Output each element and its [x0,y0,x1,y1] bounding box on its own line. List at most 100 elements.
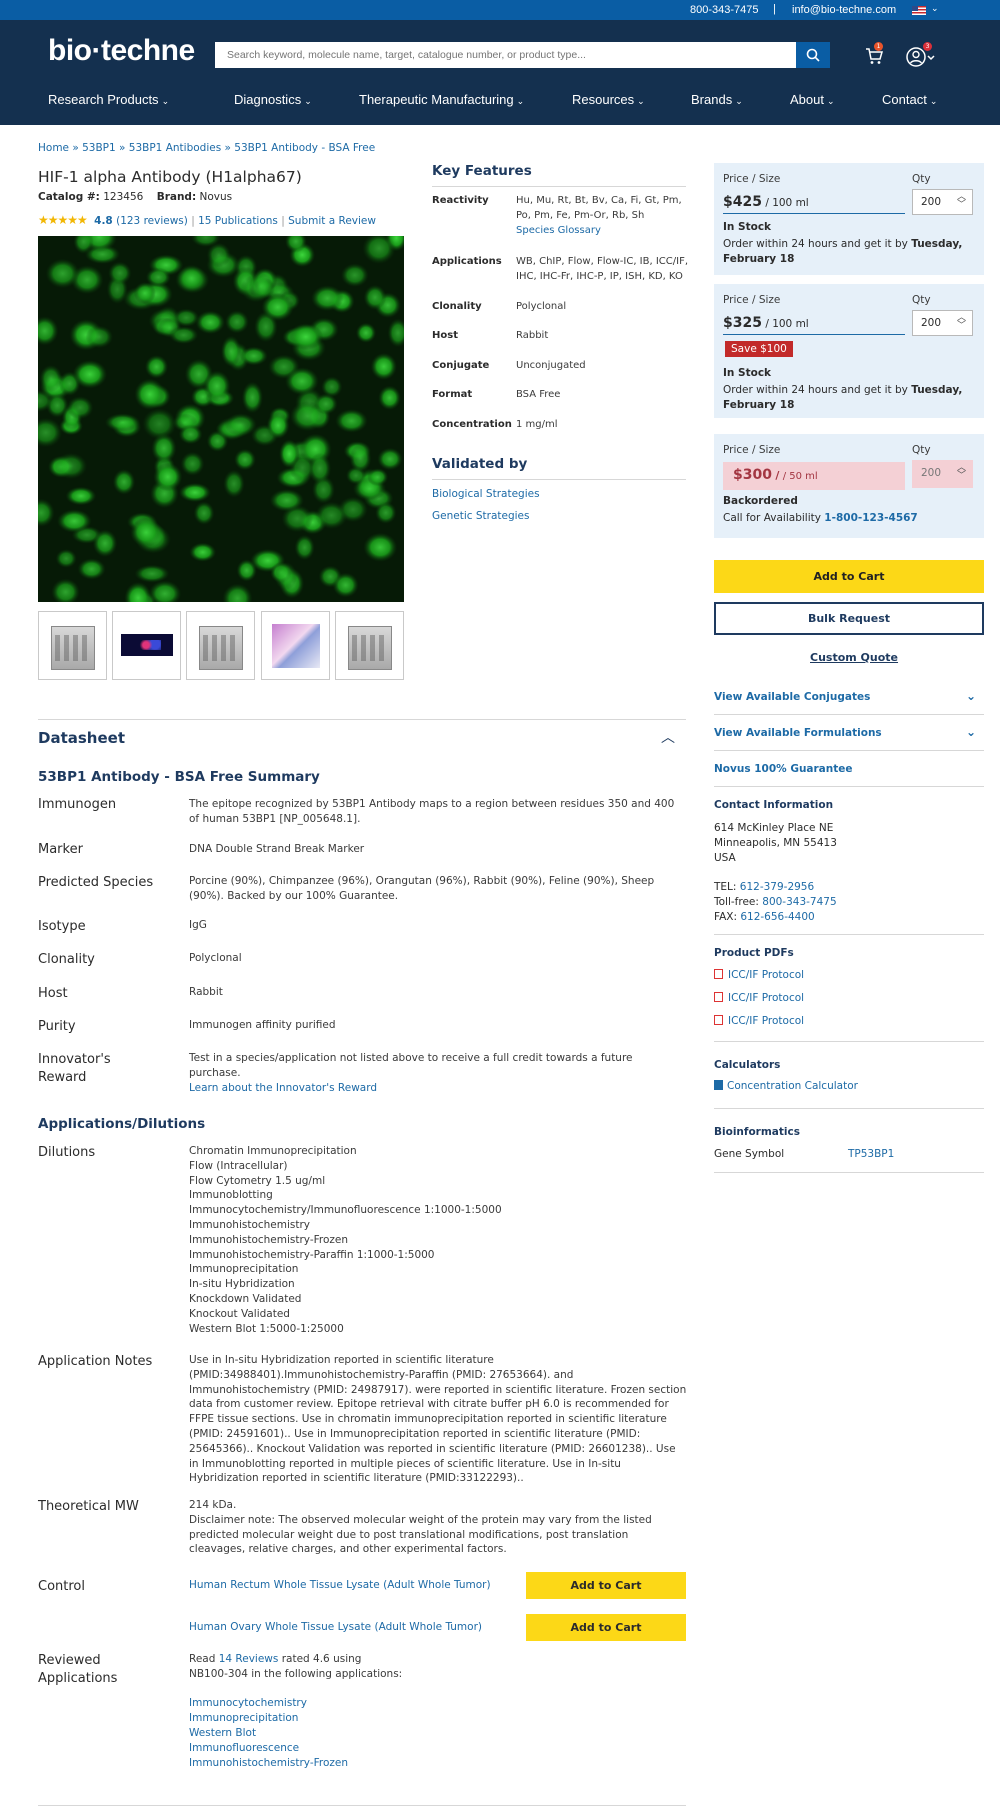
reviewed-app-link[interactable]: Western Blot [189,1727,256,1739]
biological-strategies-link[interactable]: Biological Strategies [432,488,540,500]
utility-separator: | [773,3,776,15]
search-button[interactable] [796,42,830,68]
nav-diagnostics[interactable]: Diagnostics ⌄ [234,92,312,107]
pdf-link[interactable]: ICC/IF Protocol [714,969,804,981]
nav-research-products[interactable]: Research Products ⌄ [48,92,169,107]
publications-link[interactable]: 15 Publications [198,215,278,227]
stepper-arrows-icon[interactable]: ︿ ﹀ [957,464,966,481]
us-flag-icon[interactable] [912,6,926,15]
size-value: / 100 ml [765,318,809,330]
custom-quote-link[interactable]: Custom Quote [810,651,898,664]
thumbnail-immunofluorescence[interactable] [112,611,181,680]
bio-techne-logo[interactable]: bio·techne [48,34,195,68]
cell-nucleus [85,325,114,349]
availability-phone[interactable]: 1-800-123-4567 [824,512,917,524]
add-to-cart-button[interactable]: Add to Cart [714,560,984,593]
datasheet-title[interactable]: Datasheet [38,729,125,747]
reviewed-app-link[interactable]: Immunoprecipitation [189,1712,298,1724]
cell-nucleus [77,558,106,580]
pdf-label: ICC/IF Protocol [728,1015,805,1027]
price-option-2[interactable]: Price / Size Qty $325 / 100 ml 200 ︿ ﹀ Sav… [714,284,984,418]
species-glossary-link[interactable]: Species Glossary [516,225,601,236]
pdf-link[interactable]: ICC/IF Protocol [714,992,804,1004]
breadcrumb[interactable]: Home » 53BP1 » 53BP1 Antibodies » 53BP1 … [38,142,375,154]
bulk-request-button[interactable]: Bulk Request [714,602,984,635]
reviewed-app-link[interactable]: Immunohistochemistry-Frozen [189,1757,348,1769]
cell-nucleus [142,408,177,440]
view-conjugates-toggle[interactable]: View Available Conjugates ⌄ [714,689,984,703]
search-input[interactable] [215,42,796,68]
view-formulations-toggle[interactable]: View Available Formulations ⌄ [714,725,984,739]
price-select[interactable]: $300 / / 50 ml [723,462,905,490]
clonality-value: Polyclonal [189,952,242,964]
availability-note: Call for Availability 1-800-123-4567 [723,511,973,526]
tollfree-link[interactable]: 800-343-7475 [762,896,836,908]
genetic-strategies-link[interactable]: Genetic Strategies [432,510,529,522]
nav-contact[interactable]: Contact ⌄ [882,92,937,107]
cell-nucleus [38,498,55,527]
cell-nucleus [178,482,211,503]
thumbnail-ihc[interactable] [261,611,330,680]
utility-email-link[interactable]: info@bio-techne.com [792,4,896,16]
thumbnail-western-blot[interactable] [38,611,107,680]
catalog-value: 123456 [103,191,144,203]
tel-link[interactable]: 612-379-2956 [740,881,814,893]
cell-nucleus [294,534,315,561]
purity-label: Purity [38,1019,76,1034]
kf-value: WB, ChIP, Flow, Flow-IC, IB, ICC/IF, IHC… [516,256,689,282]
price-option-1[interactable]: Price / Size Qty $425 / 100 ml 200 ︿ ﹀ In … [714,163,984,275]
product-image[interactable] [38,236,404,602]
cell-nucleus [355,322,377,343]
main-nav: Research Products ⌄ Diagnostics ⌄ Therapeu… [0,90,1000,110]
divider [714,934,984,935]
guarantee-link[interactable]: Novus 100% Guarantee [714,763,984,775]
reviewed-app-link[interactable]: Immunofluorescence [189,1742,299,1754]
stepper-arrows-icon[interactable]: ︿ ﹀ [957,314,966,331]
pdf-link[interactable]: ICC/IF Protocol [714,1015,804,1027]
quantity-stepper[interactable]: 200 ︿ ﹀ [912,460,973,488]
reviews-count-link[interactable]: 14 Reviews [219,1653,279,1665]
app-notes-label: Application Notes [38,1354,153,1369]
thumbnail-western-blot[interactable] [186,611,255,680]
thumbnail-western-blot[interactable] [335,611,404,680]
stepper-arrows-icon[interactable]: ︿ ﹀ [957,193,966,210]
reward-label: Innovator's Reward [38,1052,111,1085]
nav-brands[interactable]: Brands ⌄ [691,92,743,107]
reviews-link[interactable]: (123 reviews) [116,215,188,227]
cart-button[interactable]: 1 [864,42,884,69]
chevron-down-icon[interactable]: ⌄ [931,3,939,14]
divider [714,1041,984,1042]
control-link-1[interactable]: Human Rectum Whole Tissue Lysate (Adult … [189,1578,519,1593]
cell-nucleus [288,323,324,351]
cell-nucleus [130,517,163,548]
concentration-calculator-link[interactable]: Concentration Calculator [714,1080,858,1092]
cell-nucleus [367,468,389,487]
calculators-title: Calculators [714,1059,781,1071]
formulations-label: View Available Formulations [714,727,882,739]
gene-symbol-link[interactable]: TP53BP1 [848,1147,894,1162]
utility-phone-link[interactable]: 800-343-7475 [690,4,759,16]
nav-therapeutic-manufacturing[interactable]: Therapeutic Manufacturing ⌄ [359,92,524,107]
fax-link[interactable]: 612-656-4400 [740,911,814,923]
cell-nucleus [362,236,396,265]
innovators-reward-link[interactable]: Learn about the Innovator's Reward [189,1082,377,1094]
submit-review-link[interactable]: Submit a Review [288,215,376,227]
control-add-to-cart-button[interactable]: Add to Cart [526,1572,686,1599]
reviewed-app-link[interactable]: Immunocytochemistry [189,1697,307,1709]
control-link-2[interactable]: Human Ovary Whole Tissue Lysate (Adult W… [189,1620,519,1635]
quantity-stepper[interactable]: 200 ︿ ﹀ [912,189,973,215]
cell-nucleus [274,561,298,591]
quantity-stepper[interactable]: 200 ︿ ﹀ [912,310,973,336]
nav-resources[interactable]: Resources ⌄ [572,92,645,107]
delivery-text: Order within 24 hours and get it by [723,238,912,250]
control-add-to-cart-button[interactable]: Add to Cart [526,1614,686,1641]
chevron-up-icon[interactable]: ︿ [661,727,675,747]
price-select[interactable]: $325 / 100 ml [723,312,905,335]
qty-label: Qty [912,294,931,306]
dilution-item: Flow (Intracellular) [189,1159,288,1172]
price-select[interactable]: $425 / 100 ml [723,191,905,214]
qty-label: Qty [912,444,931,456]
nav-about[interactable]: About ⌄ [790,92,835,107]
price-option-3[interactable]: Price / Size Qty $300 / / 50 ml 200 ︿ ﹀ Ba… [714,434,984,538]
account-button[interactable]: 3 [906,42,936,71]
